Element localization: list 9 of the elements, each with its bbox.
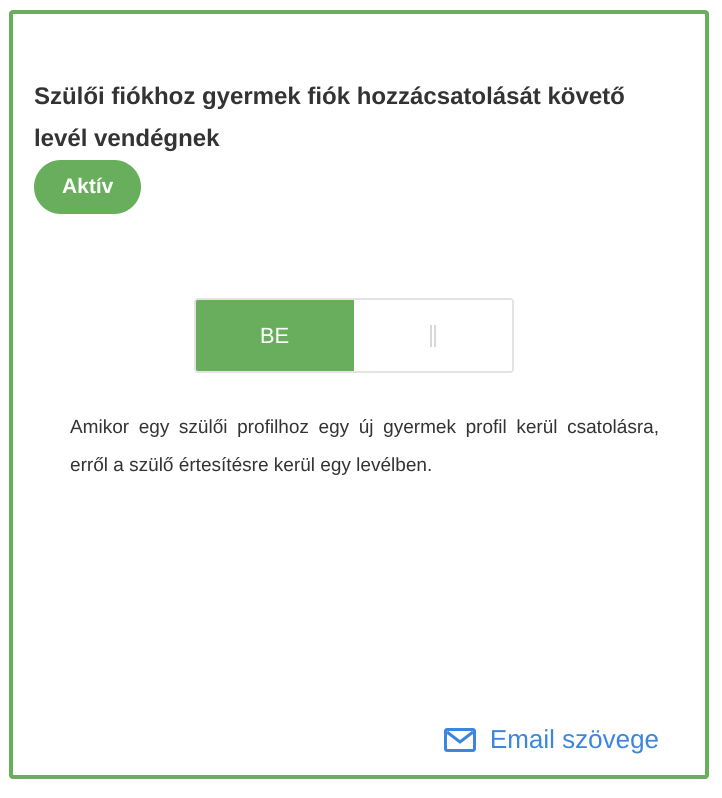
grip-icon (430, 324, 436, 346)
toggle-label: BE (260, 322, 290, 348)
email-link-text: Email szövege (490, 724, 659, 755)
description: Amikor egy szülői profilhoz egy új gyermek profil kerül csatolásra, erről a szülő értesítésre kerül egy levélben. (70, 416, 659, 478)
card-title: Szülői fiókhoz gyermek fiók hozzácsatolását követő levél vendégnek (34, 82, 626, 154)
email-link[interactable]: Email szövege (444, 724, 659, 755)
status-badge: Aktív (34, 160, 142, 214)
toggle-switch[interactable]: BE (194, 298, 514, 373)
mail-icon (444, 728, 476, 752)
